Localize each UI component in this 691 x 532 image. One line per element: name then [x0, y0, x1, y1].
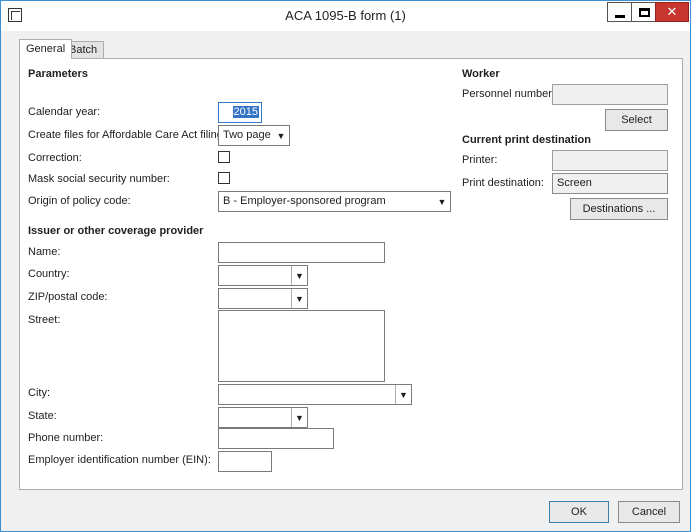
maximize-button[interactable] — [631, 2, 657, 22]
calendar-year-label: Calendar year: — [28, 106, 101, 118]
personnel-number-field[interactable] — [552, 84, 668, 105]
mask-ssn-label: Mask social security number: — [28, 173, 170, 185]
origin-policy-label: Origin of policy code: — [28, 195, 131, 207]
create-files-label: Create files for Affordable Care Act fil… — [28, 129, 226, 141]
minimize-icon — [615, 14, 625, 18]
tab-general[interactable]: General — [19, 39, 73, 59]
dialog-window: ACA 1095-B form (1) ✕ General Batch Para… — [0, 0, 691, 532]
calendar-year-field[interactable]: 2015 — [218, 102, 262, 123]
chevron-down-icon[interactable]: ▼ — [395, 385, 411, 404]
print-destination-field[interactable]: Screen — [552, 173, 668, 194]
window-title: ACA 1095-B form (1) — [285, 8, 406, 23]
create-files-select[interactable]: Two page ▼ — [218, 125, 290, 146]
close-button[interactable]: ✕ — [655, 2, 689, 22]
minimize-button[interactable] — [607, 2, 633, 22]
ein-field[interactable] — [218, 451, 272, 472]
chevron-down-icon[interactable]: ▼ — [291, 289, 307, 308]
close-icon: ✕ — [666, 4, 678, 19]
chevron-down-icon[interactable]: ▼ — [273, 126, 289, 145]
general-tab-panel: Parameters Calendar year: 2015 Create fi… — [19, 58, 683, 490]
state-label: State: — [28, 410, 57, 422]
country-label: Country: — [28, 268, 70, 280]
zip-label: ZIP/postal code: — [28, 291, 108, 303]
issuer-heading: Issuer or other coverage provider — [28, 225, 204, 237]
ok-button[interactable]: OK — [549, 501, 609, 523]
origin-policy-select[interactable]: B - Employer-sponsored program ▼ — [218, 191, 451, 212]
street-label: Street: — [28, 314, 61, 326]
mask-ssn-checkbox[interactable] — [218, 172, 230, 184]
create-files-value: Two page — [223, 129, 271, 141]
destinations-button[interactable]: Destinations ... — [570, 198, 668, 220]
print-destination-label: Print destination: — [462, 177, 544, 189]
printer-field[interactable] — [552, 150, 668, 171]
cancel-button[interactable]: Cancel — [618, 501, 680, 523]
state-select[interactable]: ▼ — [218, 407, 308, 428]
ein-label: Employer identification number (EIN): — [28, 454, 211, 466]
calendar-year-value: 2015 — [232, 106, 259, 118]
phone-label: Phone number: — [28, 432, 104, 444]
personnel-number-label: Personnel number: — [462, 88, 555, 100]
parameters-heading: Parameters — [28, 68, 88, 80]
street-textarea[interactable] — [218, 310, 385, 382]
zip-select[interactable]: ▼ — [218, 288, 308, 309]
maximize-icon — [638, 7, 650, 17]
title-bar: ACA 1095-B form (1) ✕ — [1, 1, 690, 31]
issuer-name-field[interactable] — [218, 242, 385, 263]
country-select[interactable]: ▼ — [218, 265, 308, 286]
origin-policy-value: B - Employer-sponsored program — [223, 195, 386, 207]
chevron-down-icon[interactable]: ▼ — [434, 192, 450, 211]
print-destination-heading: Current print destination — [462, 134, 591, 146]
worker-heading: Worker — [462, 68, 500, 80]
correction-label: Correction: — [28, 152, 82, 164]
issuer-name-label: Name: — [28, 246, 61, 258]
printer-label: Printer: — [462, 154, 498, 166]
city-select[interactable]: ▼ — [218, 384, 412, 405]
chevron-down-icon[interactable]: ▼ — [291, 408, 307, 427]
chevron-down-icon[interactable]: ▼ — [291, 266, 307, 285]
correction-checkbox[interactable] — [218, 151, 230, 163]
city-label: City: — [28, 387, 50, 399]
phone-field[interactable] — [218, 428, 334, 449]
select-button[interactable]: Select — [605, 109, 668, 131]
